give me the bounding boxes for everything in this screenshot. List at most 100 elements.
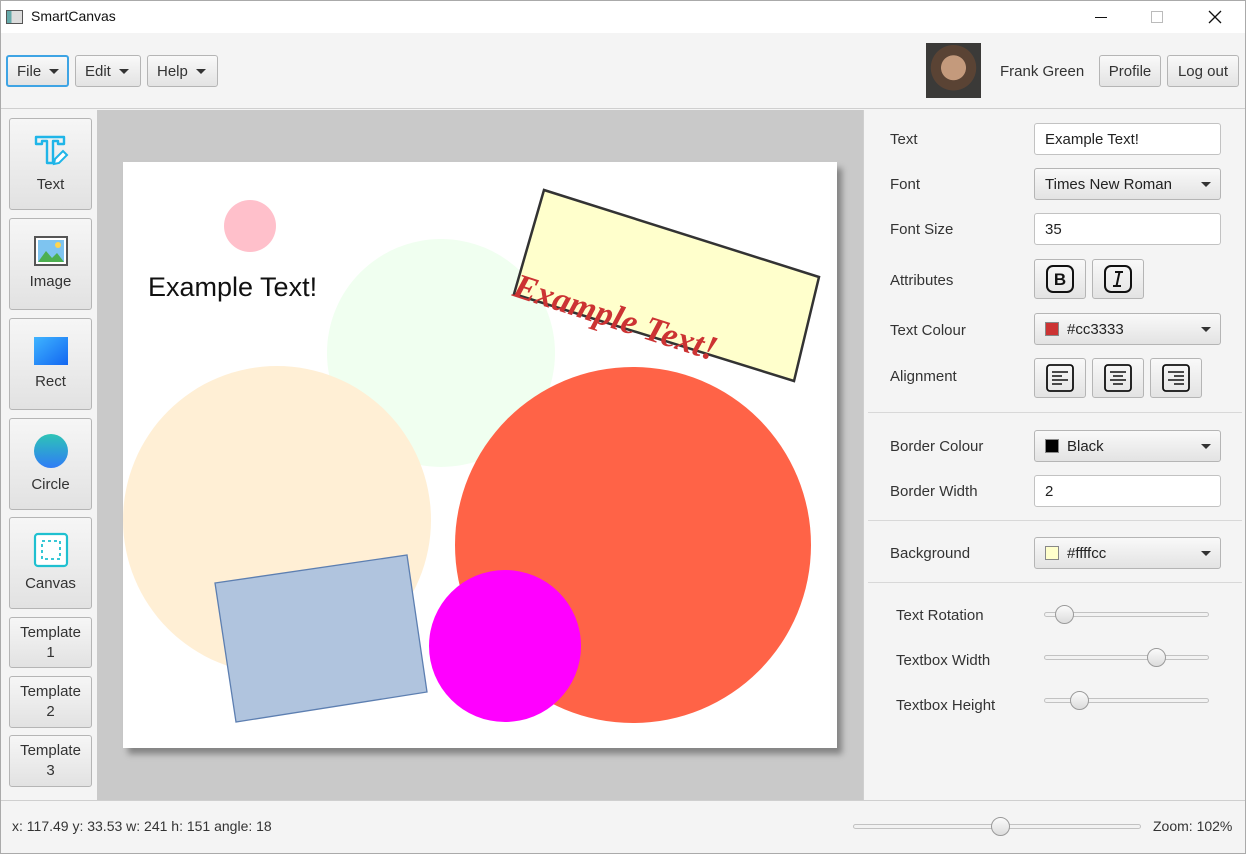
template-2-line1: Template bbox=[20, 683, 81, 700]
slider-thumb[interactable] bbox=[1146, 648, 1166, 667]
template-1-button[interactable]: Template 1 bbox=[9, 617, 92, 668]
small-pink-circle[interactable] bbox=[224, 200, 276, 252]
canvas-area[interactable]: Example Text! Example Text! bbox=[97, 110, 863, 800]
textbox-height-label: Textbox Height bbox=[896, 697, 996, 714]
font-select[interactable]: Times New Roman bbox=[1034, 168, 1221, 200]
circle-tool-label: Circle bbox=[31, 476, 70, 493]
textbox-width-label: Textbox Width bbox=[896, 652, 991, 669]
border-colour-select[interactable]: Black bbox=[1034, 430, 1221, 462]
align-left-icon bbox=[1046, 364, 1074, 392]
image-tool-label: Image bbox=[29, 273, 72, 290]
user-name: Frank Green bbox=[1000, 63, 1085, 80]
slider-thumb[interactable] bbox=[1055, 605, 1075, 624]
rectangle-icon bbox=[33, 337, 68, 365]
file-menu-button[interactable]: File bbox=[6, 55, 69, 87]
image-tool-button[interactable]: Image bbox=[9, 218, 92, 310]
divider bbox=[868, 582, 1242, 583]
app-icon bbox=[6, 10, 23, 24]
file-menu-label: File bbox=[17, 62, 42, 80]
font-label: Font bbox=[890, 176, 921, 193]
chevron-down-icon bbox=[1201, 182, 1211, 187]
border-width-field[interactable]: 2 bbox=[1034, 475, 1221, 507]
slider-track bbox=[1044, 698, 1209, 703]
divider bbox=[868, 520, 1242, 521]
drawing-canvas[interactable]: Example Text! Example Text! bbox=[123, 162, 837, 748]
minimize-button[interactable] bbox=[1071, 1, 1131, 33]
circle-icon bbox=[33, 434, 68, 468]
image-icon bbox=[33, 236, 68, 266]
bold-button[interactable]: B bbox=[1034, 259, 1086, 299]
template-3-line2: 3 bbox=[46, 762, 55, 779]
canvas-icon bbox=[33, 532, 68, 568]
edit-menu-button[interactable]: Edit bbox=[75, 55, 141, 87]
chevron-down-icon bbox=[1201, 551, 1211, 556]
template-2-button[interactable]: Template 2 bbox=[9, 676, 92, 728]
background-label: Background bbox=[890, 545, 971, 562]
maximize-button[interactable] bbox=[1127, 1, 1187, 33]
avatar bbox=[926, 43, 981, 98]
tool-palette: Text Image Rect Circle Canvas Template 1… bbox=[1, 110, 97, 800]
background-swatch bbox=[1045, 546, 1059, 560]
textbox-width-slider[interactable] bbox=[1044, 647, 1209, 667]
template-1-line2: 1 bbox=[46, 643, 55, 661]
border-colour-label: Border Colour bbox=[890, 438, 984, 455]
toolbar: File Edit Help Frank Green Profile Log o… bbox=[1, 33, 1245, 109]
circle-tool-button[interactable]: Circle bbox=[9, 418, 92, 510]
chevron-down-icon bbox=[195, 68, 206, 74]
selection-info: x: 117.49 y: 33.53 w: 241 h: 151 angle: … bbox=[12, 818, 272, 834]
align-right-button[interactable] bbox=[1150, 358, 1202, 398]
font-select-value: Times New Roman bbox=[1045, 175, 1172, 193]
font-size-label: Font Size bbox=[890, 221, 954, 238]
magenta-circle[interactable] bbox=[429, 570, 581, 722]
textbox-height-slider[interactable] bbox=[1044, 690, 1209, 710]
template-3-line1: Template bbox=[20, 742, 81, 759]
chevron-down-icon bbox=[49, 68, 60, 74]
title-bar: SmartCanvas bbox=[1, 1, 1245, 33]
text-colour-value: #cc3333 bbox=[1067, 320, 1124, 338]
text-tool-label: Text bbox=[36, 176, 65, 193]
alignment-label: Alignment bbox=[890, 368, 957, 385]
align-center-button[interactable] bbox=[1092, 358, 1144, 398]
border-colour-value: Black bbox=[1067, 437, 1104, 455]
text-tool-button[interactable]: Text bbox=[9, 118, 92, 210]
profile-button[interactable]: Profile bbox=[1099, 55, 1161, 87]
text-rotation-slider[interactable] bbox=[1044, 604, 1209, 624]
italic-button[interactable] bbox=[1092, 259, 1144, 299]
edit-menu-label: Edit bbox=[85, 62, 111, 80]
close-icon bbox=[1208, 10, 1222, 24]
rect-tool-label: Rect bbox=[35, 373, 66, 390]
divider bbox=[868, 412, 1242, 413]
template-1-line1: Template bbox=[20, 623, 81, 641]
close-button[interactable] bbox=[1185, 1, 1245, 33]
text-colour-label: Text Colour bbox=[890, 322, 966, 339]
logout-button[interactable]: Log out bbox=[1167, 55, 1239, 87]
canvas-plain-text[interactable]: Example Text! bbox=[148, 272, 317, 303]
slider-thumb[interactable] bbox=[1069, 691, 1089, 710]
chevron-down-icon bbox=[118, 68, 129, 74]
slider-track bbox=[1044, 655, 1209, 660]
align-left-button[interactable] bbox=[1034, 358, 1086, 398]
steel-blue-rectangle[interactable] bbox=[214, 554, 428, 723]
rect-tool-button[interactable]: Rect bbox=[9, 318, 92, 410]
chevron-down-icon bbox=[1201, 444, 1211, 449]
background-select[interactable]: #ffffcc bbox=[1034, 537, 1221, 569]
font-size-field[interactable]: 35 bbox=[1034, 213, 1221, 245]
properties-panel: Text Example Text! Font Times New Roman … bbox=[863, 110, 1245, 800]
svg-text:B: B bbox=[1054, 270, 1066, 289]
zoom-slider[interactable] bbox=[853, 816, 1141, 836]
slider-thumb[interactable] bbox=[990, 817, 1010, 836]
template-3-button[interactable]: Template 3 bbox=[9, 735, 92, 787]
align-right-icon bbox=[1162, 364, 1190, 392]
canvas-shapes bbox=[123, 188, 821, 723]
zoom-label: Zoom: 102% bbox=[1153, 818, 1233, 834]
help-menu-button[interactable]: Help bbox=[147, 55, 218, 87]
help-menu-label: Help bbox=[157, 62, 188, 80]
canvas-tool-button[interactable]: Canvas bbox=[9, 517, 92, 609]
border-colour-swatch bbox=[1045, 439, 1059, 453]
text-field[interactable]: Example Text! bbox=[1034, 123, 1221, 155]
align-center-icon bbox=[1104, 364, 1132, 392]
text-colour-select[interactable]: #cc3333 bbox=[1034, 313, 1221, 345]
text-label: Text bbox=[890, 131, 918, 148]
italic-icon bbox=[1104, 265, 1132, 293]
text-rotation-label: Text Rotation bbox=[896, 607, 984, 624]
